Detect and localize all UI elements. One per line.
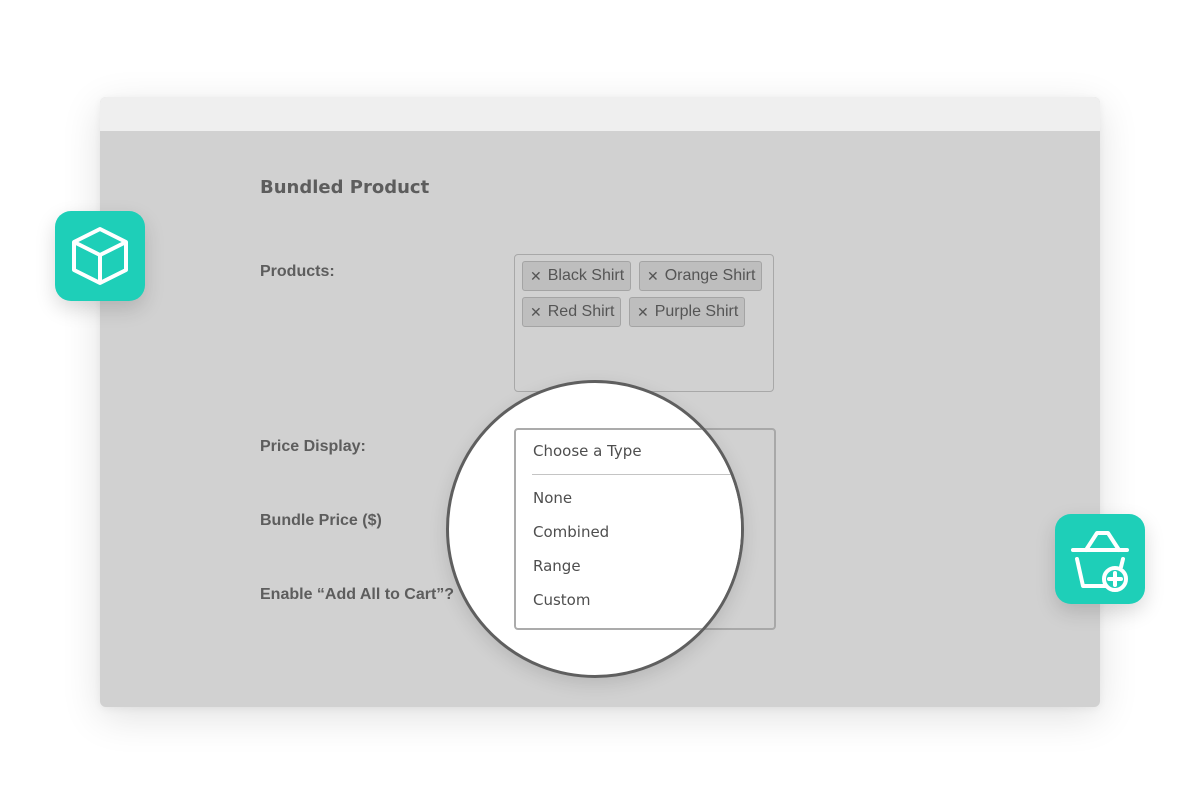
- add-all-to-cart-label: Enable “Add All to Cart”?: [260, 586, 455, 603]
- window-titlebar: [100, 97, 1100, 131]
- product-tag-orange-shirt: ✕ Orange Shirt: [639, 261, 763, 291]
- product-tag-red-shirt: ✕ Red Shirt: [522, 297, 622, 327]
- product-tag-label: Orange Shirt: [664, 267, 756, 284]
- dropdown-option-none[interactable]: None: [533, 489, 572, 507]
- price-display-dropdown[interactable]: Choose a Type None Combined Range Custom: [514, 428, 741, 630]
- remove-tag-icon[interactable]: ✕: [530, 304, 542, 321]
- dropdown-option-range[interactable]: Range: [533, 557, 581, 575]
- products-label: Products:: [260, 263, 335, 280]
- product-tag-black-shirt: ✕ Black Shirt: [522, 261, 632, 291]
- product-tag-label: Red Shirt: [547, 303, 615, 320]
- price-display-label: Price Display:: [260, 438, 366, 455]
- dropdown-option-combined[interactable]: Combined: [533, 523, 609, 541]
- bundle-price-label: Bundle Price ($): [260, 512, 382, 529]
- price-display-selected[interactable]: Choose a Type: [533, 442, 642, 460]
- remove-tag-icon[interactable]: ✕: [647, 268, 659, 285]
- dropdown-divider: [532, 474, 741, 475]
- box-icon: [72, 227, 128, 285]
- box-badge: [55, 211, 145, 301]
- products-multiselect[interactable]: ✕ Black Shirt ✕ Orange Shirt ✕ Red Shirt…: [514, 254, 774, 392]
- remove-tag-icon[interactable]: ✕: [637, 304, 649, 321]
- page-title: Bundled Product: [260, 177, 430, 198]
- remove-tag-icon[interactable]: ✕: [530, 268, 542, 285]
- product-tag-label: Black Shirt: [547, 267, 625, 284]
- basket-badge: [1055, 514, 1145, 604]
- product-tag-label: Purple Shirt: [654, 303, 739, 320]
- dropdown-option-custom[interactable]: Custom: [533, 591, 590, 609]
- product-tag-purple-shirt: ✕ Purple Shirt: [629, 297, 746, 327]
- magnifier-lens: Price Display: Bundle Price ($) Enable “…: [446, 380, 744, 678]
- basket-add-icon: [1071, 531, 1129, 592]
